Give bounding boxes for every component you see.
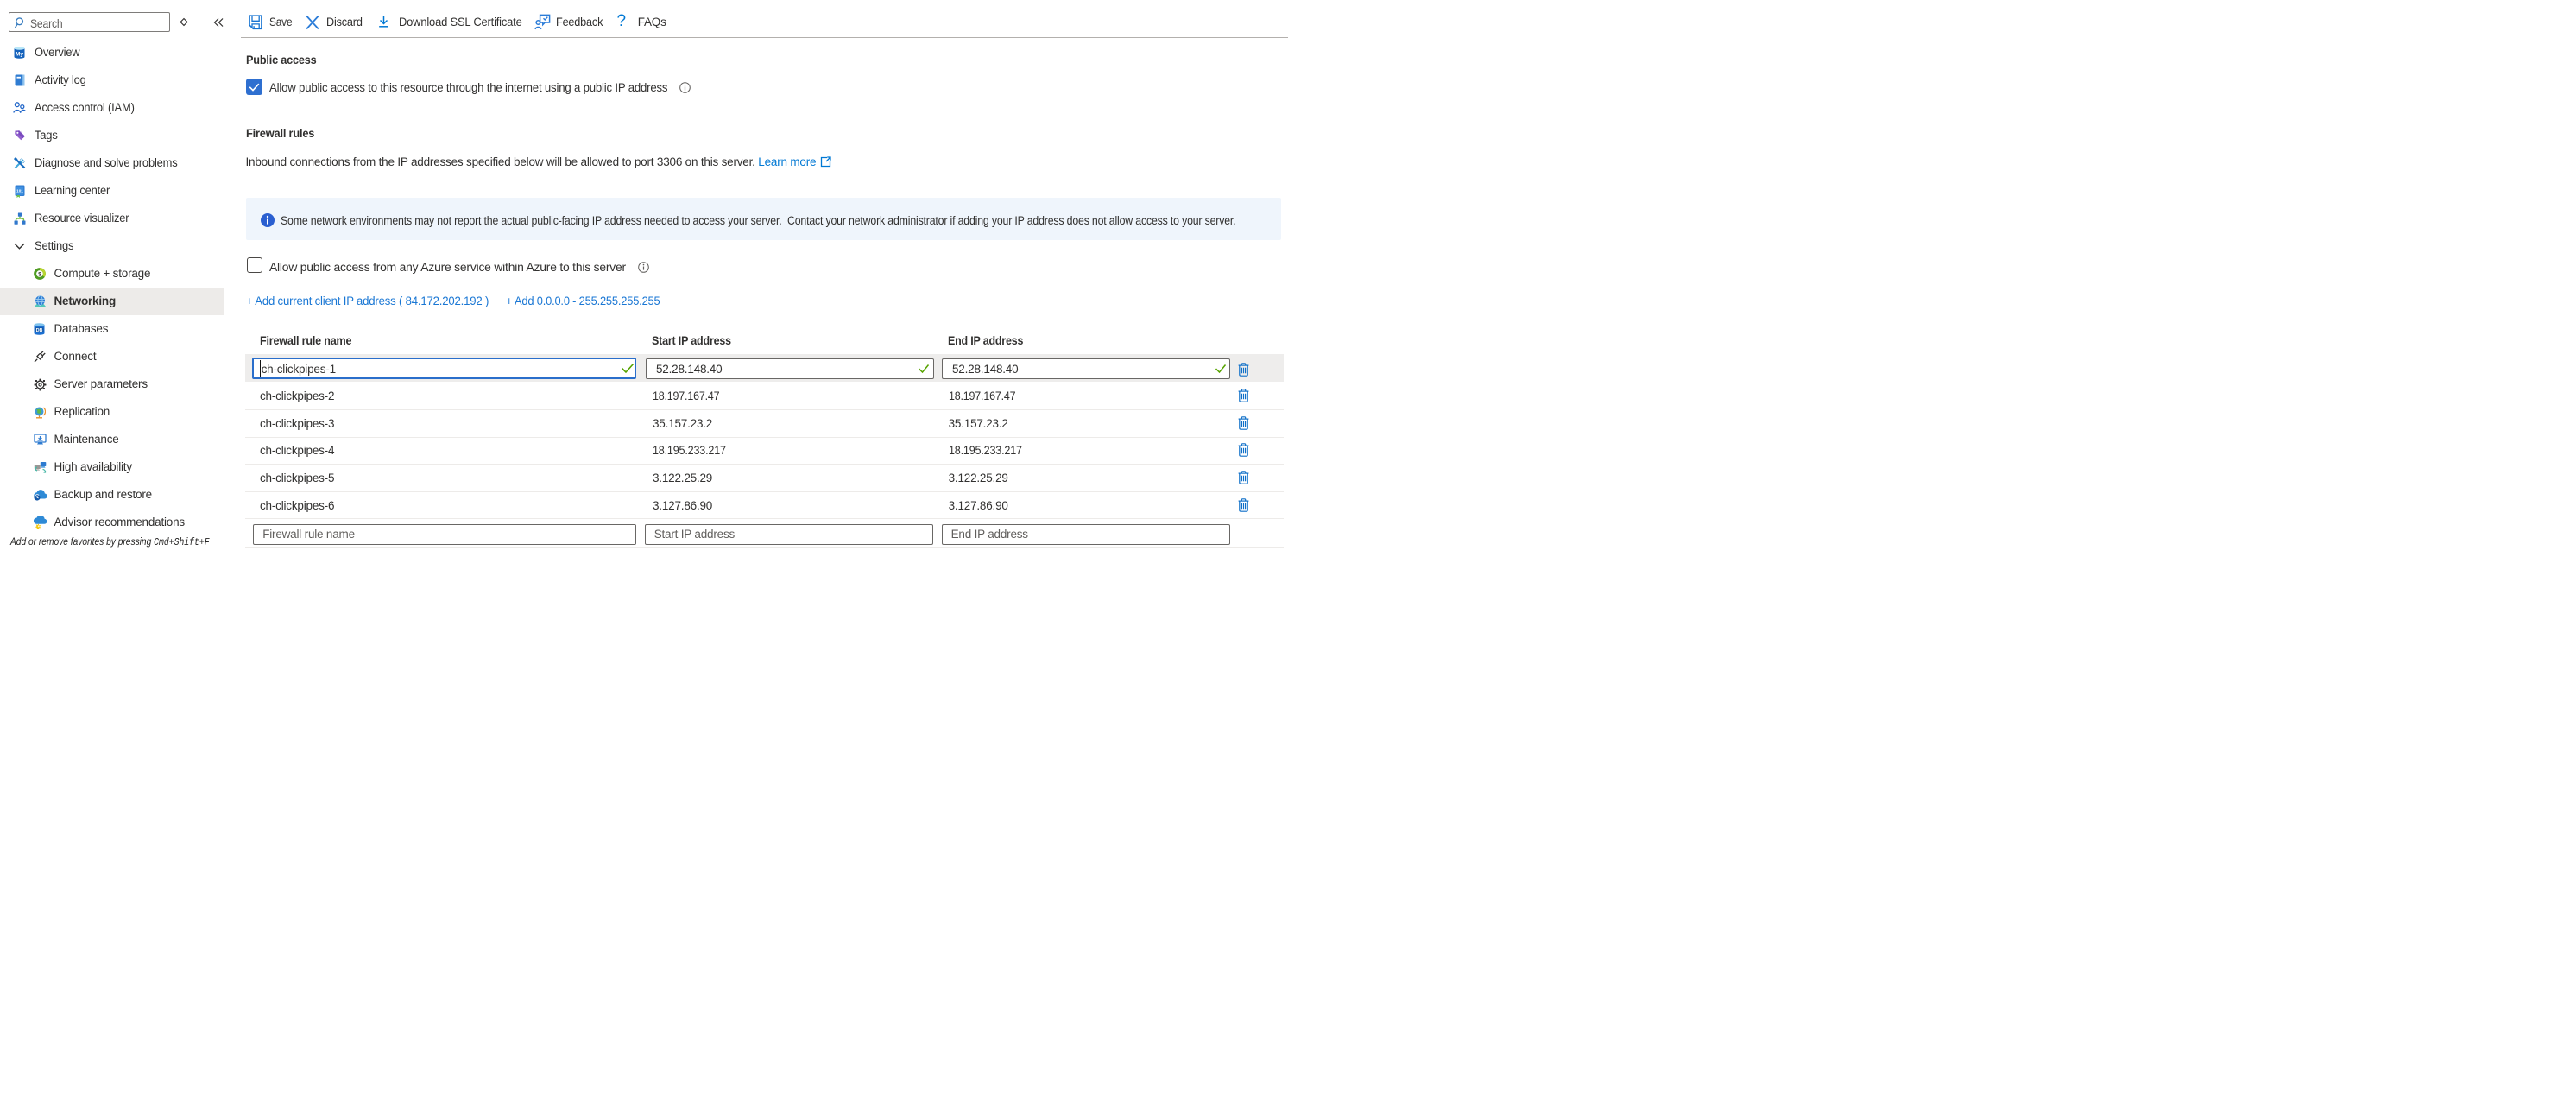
svg-text:My: My: [16, 52, 23, 58]
svg-text:$: $: [38, 271, 41, 277]
svg-text:101: 101: [16, 189, 23, 193]
svg-text:DB: DB: [36, 328, 43, 333]
